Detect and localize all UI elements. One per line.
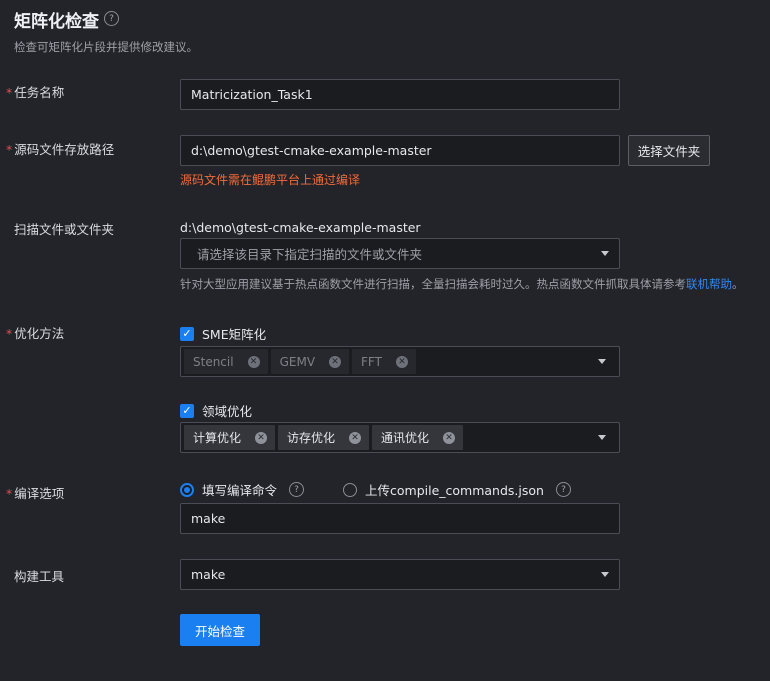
chevron-down-icon bbox=[598, 435, 606, 440]
source-path-label-text: 源码文件存放路径 bbox=[14, 142, 115, 157]
scan-select-placeholder: 请选择该目录下指定扫描的文件或文件夹 bbox=[197, 247, 423, 262]
source-path-value: d:\demo\gtest-cmake-example-master bbox=[191, 143, 432, 158]
close-icon: ✕ bbox=[247, 355, 260, 368]
tag-gemv: GEMV ✕ bbox=[270, 349, 350, 374]
chevron-down-icon bbox=[601, 572, 609, 577]
sme-tag-select[interactable]: Stencil ✕ GEMV ✕ FFT ✕ bbox=[180, 346, 620, 377]
compile-label: * 编译选项 bbox=[6, 483, 64, 502]
online-help-link[interactable]: 联机帮助 bbox=[686, 277, 732, 291]
tag-label: 通讯优化 bbox=[381, 431, 430, 445]
scan-hint-text: 针对大型应用建议基于热点函数文件进行扫描，全量扫描会耗时过久。热点函数文件抓取具… bbox=[180, 277, 686, 291]
domain-checkbox-label: 领域优化 bbox=[202, 404, 253, 419]
help-icon[interactable]: ? bbox=[104, 11, 119, 26]
task-name-input[interactable]: Matricization_Task1 bbox=[180, 79, 620, 110]
close-icon[interactable]: ✕ bbox=[255, 431, 268, 444]
task-name-label-text: 任务名称 bbox=[14, 85, 65, 100]
close-icon[interactable]: ✕ bbox=[443, 431, 456, 444]
source-path-error: 源码文件需在鲲鹏平台上通过编译 bbox=[180, 173, 361, 187]
optimization-label-text: 优化方法 bbox=[14, 326, 65, 341]
scan-path: d:\demo\gtest-cmake-example-master bbox=[180, 220, 421, 235]
task-name-label: * 任务名称 bbox=[6, 82, 64, 101]
radio-unselected-icon bbox=[343, 482, 357, 497]
required-marker: * bbox=[6, 326, 13, 341]
optimization-label: * 优化方法 bbox=[6, 323, 64, 342]
tag-label: Stencil bbox=[193, 354, 234, 369]
radio-selected-icon bbox=[180, 482, 194, 497]
compile-label-text: 编译选项 bbox=[14, 486, 65, 501]
chevron-down-icon bbox=[601, 251, 609, 256]
checkbox-checked-icon: ✓ bbox=[180, 403, 194, 418]
close-icon[interactable]: ✕ bbox=[349, 431, 362, 444]
scan-label: 扫描文件或文件夹 bbox=[14, 222, 115, 237]
tag-fft: FFT ✕ bbox=[352, 349, 416, 374]
radio-upload-json[interactable]: 上传compile_commands.json ? bbox=[343, 480, 571, 499]
help-icon[interactable]: ? bbox=[289, 482, 305, 497]
tag-label: FFT bbox=[361, 354, 382, 369]
help-icon[interactable]: ? bbox=[555, 482, 571, 497]
source-path-input[interactable]: d:\demo\gtest-cmake-example-master bbox=[180, 135, 620, 166]
scan-hint-end: 。 bbox=[732, 277, 744, 291]
tag-label: 计算优化 bbox=[193, 431, 242, 445]
close-icon: ✕ bbox=[329, 355, 342, 368]
sme-checkbox[interactable]: ✓ SME矩阵化 bbox=[180, 324, 266, 343]
checkbox-checked-icon: ✓ bbox=[180, 326, 194, 341]
scan-select[interactable]: 请选择该目录下指定扫描的文件或文件夹 bbox=[180, 238, 620, 269]
tag-label: GEMV bbox=[279, 354, 316, 369]
chevron-down-icon bbox=[598, 359, 606, 364]
radio-upload-json-label: 上传compile_commands.json bbox=[365, 483, 544, 498]
close-icon: ✕ bbox=[395, 355, 408, 368]
select-folder-button[interactable]: 选择文件夹 bbox=[628, 135, 710, 166]
required-marker: * bbox=[6, 486, 13, 501]
tag-label: 访存优化 bbox=[287, 431, 336, 445]
build-tool-value: make bbox=[191, 567, 226, 582]
domain-checkbox[interactable]: ✓ 领域优化 bbox=[180, 401, 252, 420]
task-name-value: Matricization_Task1 bbox=[191, 87, 313, 102]
radio-compile-command[interactable]: 填写编译命令 ? bbox=[180, 480, 305, 499]
page-title: 矩阵化检查 bbox=[14, 12, 99, 32]
source-path-label: * 源码文件存放路径 bbox=[6, 139, 114, 158]
radio-compile-command-label: 填写编译命令 bbox=[202, 483, 278, 498]
tag-memory: 访存优化 ✕ bbox=[278, 425, 370, 450]
compile-command-value: make bbox=[191, 511, 226, 526]
required-marker: * bbox=[6, 85, 13, 100]
required-marker: * bbox=[6, 142, 13, 157]
tag-compute: 计算优化 ✕ bbox=[184, 425, 276, 450]
start-check-button[interactable]: 开始检查 bbox=[180, 614, 260, 646]
build-tool-select[interactable]: make bbox=[180, 559, 620, 590]
tag-communication: 通讯优化 ✕ bbox=[372, 425, 464, 450]
sme-checkbox-label: SME矩阵化 bbox=[202, 327, 267, 342]
scan-hint: 针对大型应用建议基于热点函数文件进行扫描，全量扫描会耗时过久。热点函数文件抓取具… bbox=[180, 276, 744, 292]
page-subtitle: 检查可矩阵化片段并提供修改建议。 bbox=[14, 40, 198, 54]
domain-tag-select[interactable]: 计算优化 ✕ 访存优化 ✕ 通讯优化 ✕ bbox=[180, 422, 620, 453]
tag-stencil: Stencil ✕ bbox=[184, 349, 268, 374]
compile-command-input[interactable]: make bbox=[180, 503, 620, 534]
build-tool-label: 构建工具 bbox=[14, 569, 65, 584]
